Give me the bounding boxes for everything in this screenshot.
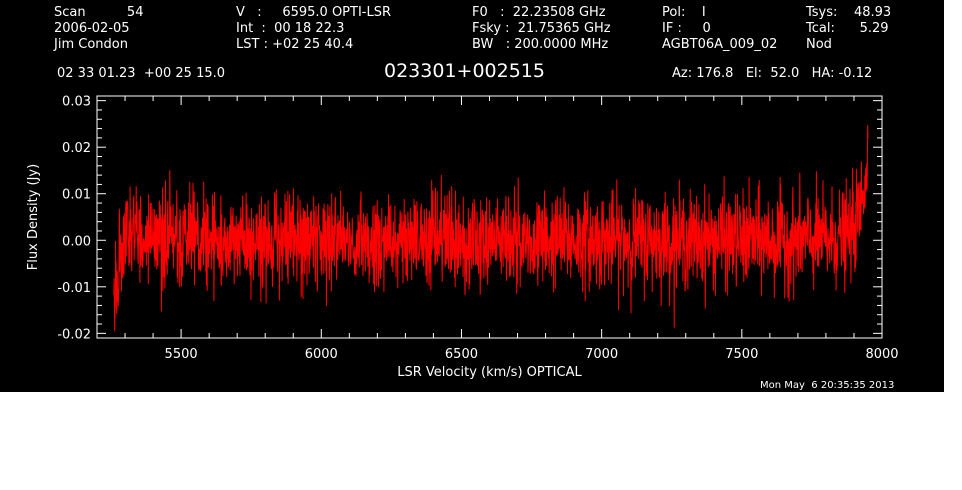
y-tick-label: 0.03 — [62, 95, 91, 110]
y-tick-label: 0.02 — [62, 141, 91, 156]
y-tick-label: 0.01 — [62, 188, 91, 203]
plot-timestamp: Mon May 6 20:35:35 2013 — [760, 380, 895, 391]
y-tick-label: 0.00 — [62, 234, 91, 249]
x-tick-label: 7000 — [585, 347, 618, 362]
y-tick-label: -0.01 — [57, 281, 91, 296]
x-tick-label: 8000 — [865, 347, 898, 362]
y-tick-label: -0.02 — [57, 327, 91, 342]
x-tick-label: 5500 — [165, 347, 198, 362]
x-axis-label: LSR Velocity (km/s) OPTICAL — [397, 365, 582, 380]
spectrum-chart: 5500 6000 6500 7000 7500 8000 -0.02 -0.01 0.00 0.… — [26, 95, 899, 380]
x-tick-label: 6500 — [445, 347, 478, 362]
y-axis-label: Flux Density (Jy) — [26, 164, 41, 270]
spectrum-trace — [113, 125, 869, 332]
x-tick-label: 7500 — [725, 347, 758, 362]
x-tick-label: 6000 — [305, 347, 338, 362]
